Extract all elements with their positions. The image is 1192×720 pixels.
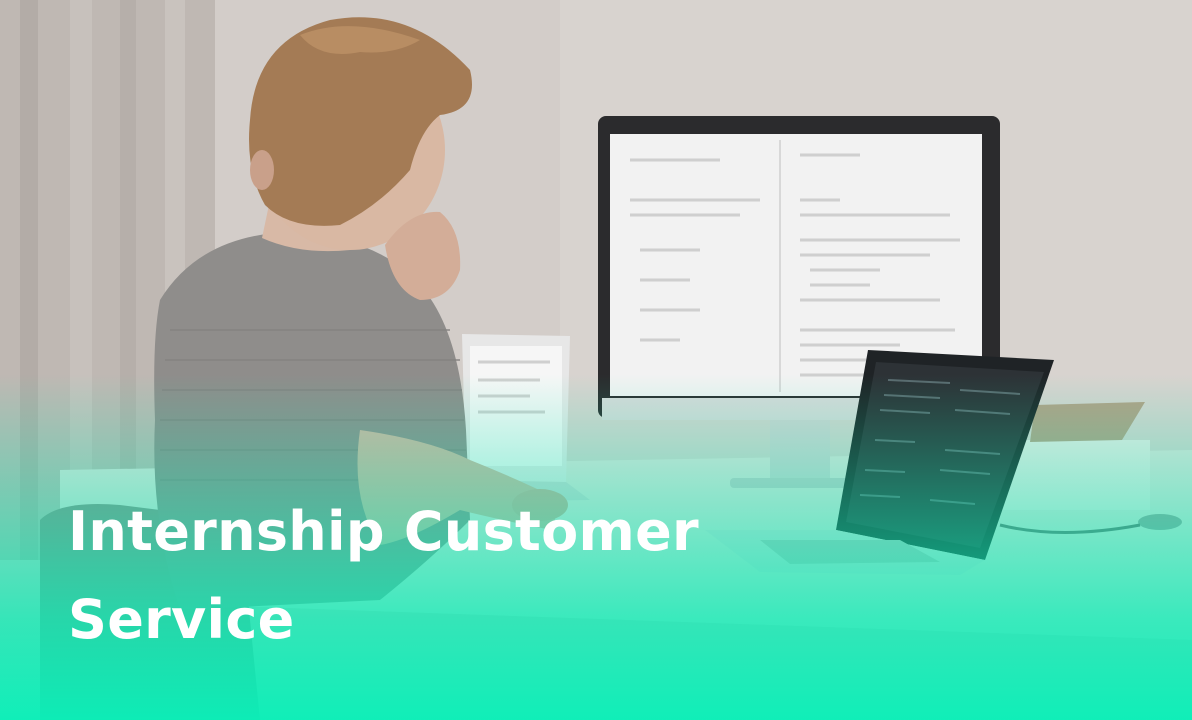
headline-line-2: Service [68,588,295,651]
headline-line-1: Internship Customer [68,500,699,563]
banner-headline: Internship Customer Service [68,488,788,664]
hero-banner: Internship Customer Service [0,0,1192,720]
